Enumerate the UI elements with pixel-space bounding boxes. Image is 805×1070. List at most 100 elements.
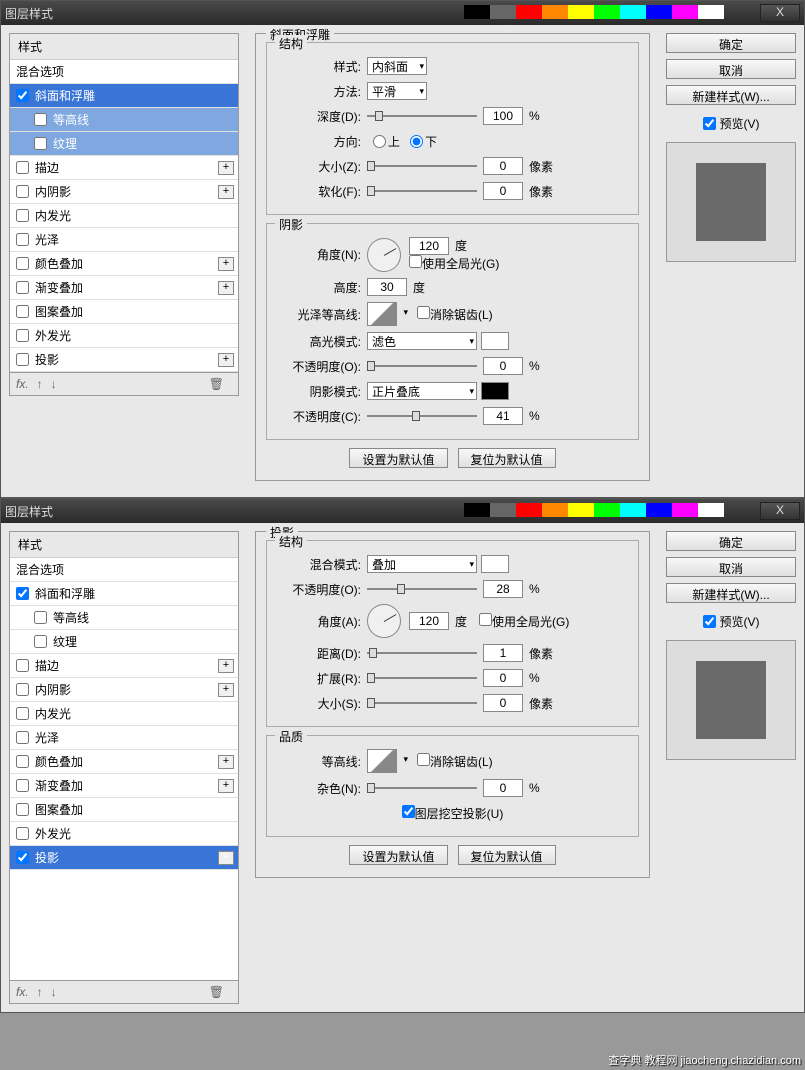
noise-slider[interactable] — [367, 781, 477, 795]
dir-up-radio[interactable]: 上 — [373, 133, 400, 150]
cancel-button[interactable]: 取消 — [666, 557, 796, 577]
add-effect-icon[interactable]: + — [218, 755, 234, 769]
angle-input[interactable] — [409, 237, 449, 255]
highlight-color[interactable] — [481, 332, 509, 350]
knockout-checkbox[interactable]: 图层挖空投影(U) — [402, 805, 504, 822]
reset-default-button[interactable]: 复位为默认值 — [458, 845, 556, 865]
angle-input[interactable] — [409, 612, 449, 630]
soften-input[interactable] — [483, 182, 523, 200]
style-checkbox[interactable] — [16, 707, 29, 720]
new-style-button[interactable]: 新建样式(W)... — [666, 583, 796, 603]
style-row-11[interactable]: 投影+ — [10, 348, 238, 372]
up-arrow-icon[interactable]: ↑ — [37, 985, 43, 999]
opacity-slider[interactable] — [367, 582, 477, 596]
style-row-5[interactable]: 内发光 — [10, 204, 238, 228]
opacity-input[interactable] — [483, 580, 523, 598]
style-row-0[interactable]: 斜面和浮雕 — [10, 84, 238, 108]
style-row-10[interactable]: 外发光 — [10, 822, 238, 846]
angle-dial[interactable] — [367, 238, 401, 272]
make-default-button[interactable]: 设置为默认值 — [349, 448, 447, 468]
down-arrow-icon[interactable]: ↓ — [51, 985, 57, 999]
style-checkbox[interactable] — [16, 185, 29, 198]
size-slider[interactable] — [367, 696, 477, 710]
new-style-button[interactable]: 新建样式(W)... — [666, 85, 796, 105]
style-row-4[interactable]: 内阴影+ — [10, 180, 238, 204]
trash-icon[interactable]: 🗑 — [209, 377, 224, 391]
preview-checkbox[interactable]: 预览(V) — [666, 115, 796, 132]
style-row-7[interactable]: 颜色叠加+ — [10, 750, 238, 774]
style-row-11[interactable]: 投影+ — [10, 846, 238, 870]
style-select[interactable]: 内斜面 — [367, 57, 427, 75]
spread-slider[interactable] — [367, 671, 477, 685]
ok-button[interactable]: 确定 — [666, 33, 796, 53]
style-checkbox[interactable] — [16, 731, 29, 744]
make-default-button[interactable]: 设置为默认值 — [349, 845, 447, 865]
highlight-mode-select[interactable]: 滤色 — [367, 332, 477, 350]
distance-input[interactable] — [483, 644, 523, 662]
antialias-checkbox[interactable]: 消除锯齿(L) — [417, 753, 493, 770]
up-arrow-icon[interactable]: ↑ — [37, 377, 43, 391]
style-row-10[interactable]: 外发光 — [10, 324, 238, 348]
gloss-contour[interactable] — [367, 302, 397, 326]
style-row-9[interactable]: 图案叠加 — [10, 300, 238, 324]
add-effect-icon[interactable]: + — [218, 353, 234, 367]
style-checkbox[interactable] — [16, 851, 29, 864]
add-effect-icon[interactable]: + — [218, 683, 234, 697]
style-checkbox[interactable] — [16, 587, 29, 600]
shadow-color[interactable] — [481, 382, 509, 400]
style-row-4[interactable]: 内阴影+ — [10, 678, 238, 702]
size-input[interactable] — [483, 157, 523, 175]
style-row-3[interactable]: 描边+ — [10, 156, 238, 180]
add-effect-icon[interactable]: + — [218, 281, 234, 295]
add-effect-icon[interactable]: + — [218, 257, 234, 271]
style-row-6[interactable]: 光泽 — [10, 726, 238, 750]
style-checkbox[interactable] — [34, 635, 47, 648]
titlebar[interactable]: 图层样式 X — [1, 1, 804, 25]
shadow-mode-select[interactable]: 正片叠底 — [367, 382, 477, 400]
style-row-2[interactable]: 纹理 — [10, 630, 238, 654]
global-light-checkbox[interactable]: 使用全局光(G) — [479, 613, 569, 630]
depth-slider[interactable] — [367, 109, 477, 123]
shadow-opacity-input[interactable] — [483, 407, 523, 425]
style-checkbox[interactable] — [16, 659, 29, 672]
antialias-checkbox[interactable]: 消除锯齿(L) — [417, 306, 493, 323]
close-icon[interactable]: X — [760, 502, 800, 520]
trash-icon[interactable]: 🗑 — [209, 985, 224, 999]
blend-options-row[interactable]: 混合选项 — [10, 558, 238, 582]
style-row-5[interactable]: 内发光 — [10, 702, 238, 726]
style-checkbox[interactable] — [16, 89, 29, 102]
style-row-1[interactable]: 等高线 — [10, 606, 238, 630]
style-checkbox[interactable] — [16, 305, 29, 318]
down-arrow-icon[interactable]: ↓ — [51, 377, 57, 391]
depth-input[interactable] — [483, 107, 523, 125]
style-row-7[interactable]: 颜色叠加+ — [10, 252, 238, 276]
style-checkbox[interactable] — [16, 161, 29, 174]
style-row-1[interactable]: 等高线 — [10, 108, 238, 132]
method-select[interactable]: 平滑 — [367, 82, 427, 100]
style-checkbox[interactable] — [16, 209, 29, 222]
style-checkbox[interactable] — [16, 755, 29, 768]
style-checkbox[interactable] — [16, 329, 29, 342]
style-row-6[interactable]: 光泽 — [10, 228, 238, 252]
add-effect-icon[interactable]: + — [218, 185, 234, 199]
style-checkbox[interactable] — [16, 827, 29, 840]
altitude-input[interactable] — [367, 278, 407, 296]
style-checkbox[interactable] — [16, 683, 29, 696]
angle-dial[interactable] — [367, 604, 401, 638]
add-effect-icon[interactable]: + — [218, 779, 234, 793]
blend-options-row[interactable]: 混合选项 — [10, 60, 238, 84]
shadow-color[interactable] — [481, 555, 509, 573]
preview-checkbox[interactable]: 预览(V) — [666, 613, 796, 630]
noise-input[interactable] — [483, 779, 523, 797]
cancel-button[interactable]: 取消 — [666, 59, 796, 79]
style-checkbox[interactable] — [34, 113, 47, 126]
titlebar[interactable]: 图层样式 X — [1, 499, 804, 523]
soften-slider[interactable] — [367, 184, 477, 198]
contour-picker[interactable] — [367, 749, 397, 773]
highlight-opacity-slider[interactable] — [367, 359, 477, 373]
style-row-2[interactable]: 纹理 — [10, 132, 238, 156]
add-effect-icon[interactable]: + — [218, 851, 234, 865]
style-checkbox[interactable] — [34, 137, 47, 150]
spread-input[interactable] — [483, 669, 523, 687]
add-effect-icon[interactable]: + — [218, 161, 234, 175]
